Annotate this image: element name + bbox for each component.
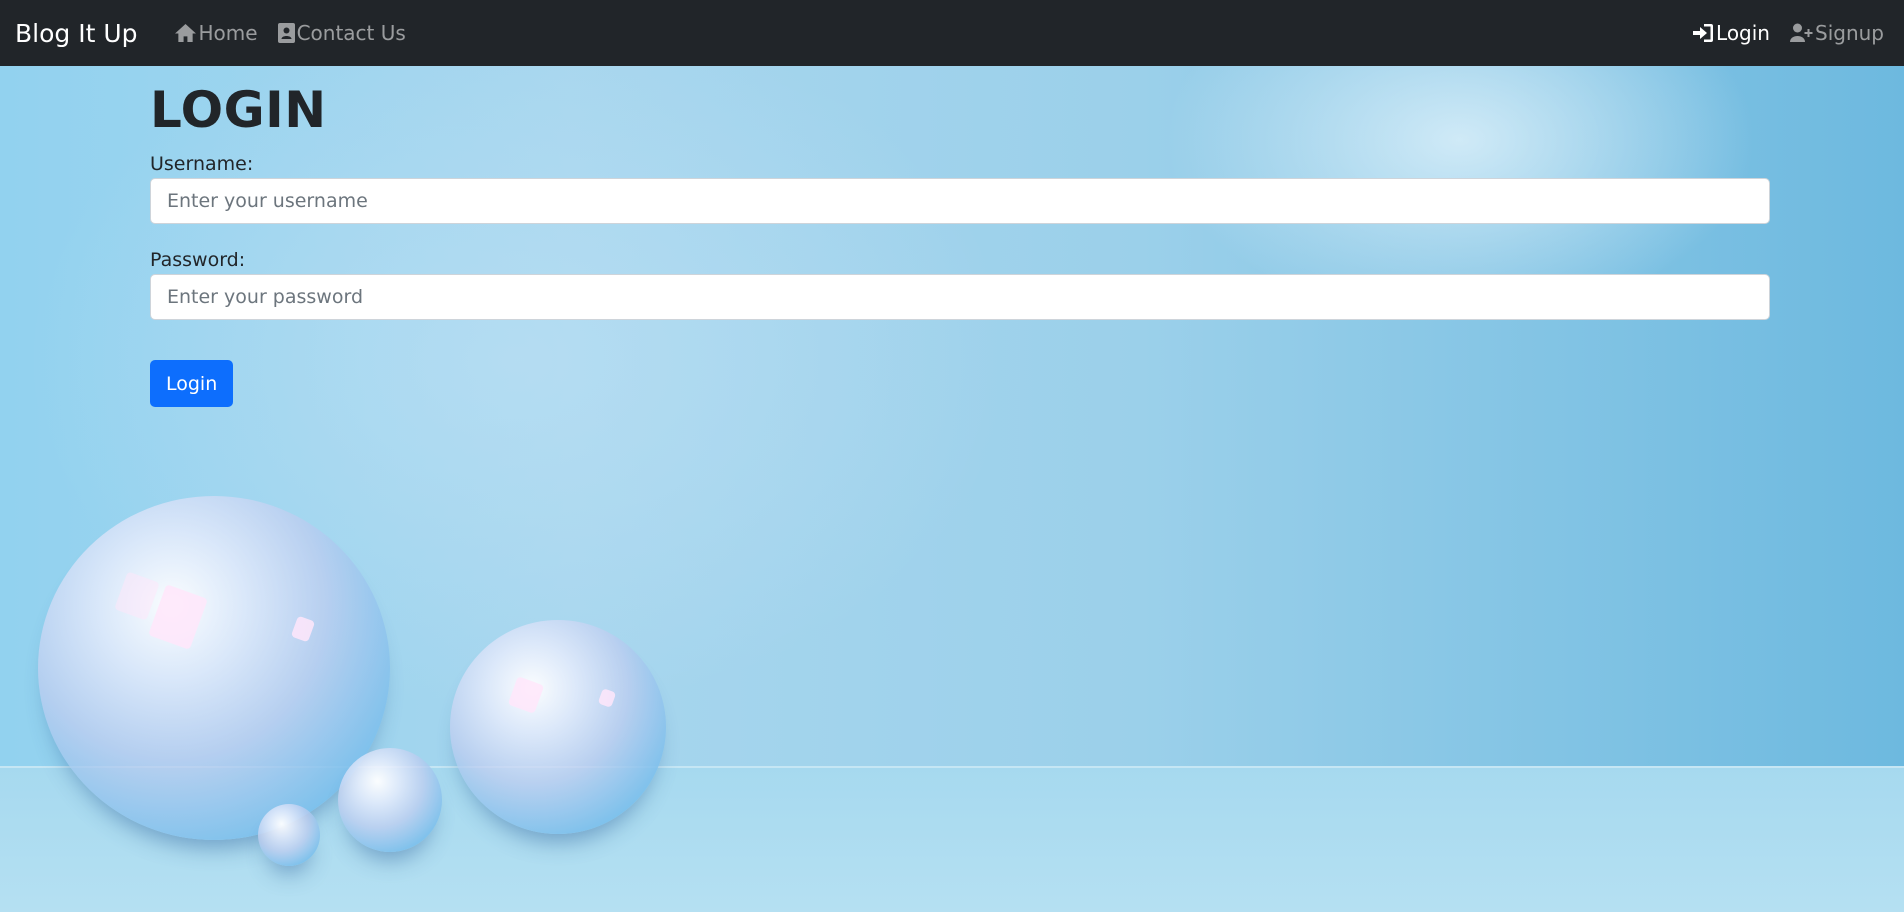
nav-login-link[interactable]: Login [1682,13,1780,53]
username-input[interactable] [150,178,1770,224]
page-title: LOGIN [150,81,327,139]
large-sphere [38,496,390,840]
password-input[interactable] [150,274,1770,320]
small-sphere [338,748,442,852]
nav-home-link[interactable]: Home [164,13,268,53]
medium-sphere [450,620,666,834]
nav-contact-link[interactable]: Contact Us [268,13,416,53]
navbar: Blog It Up Home Contact Us Login Signup [0,0,1904,66]
brand-link[interactable]: Blog It Up [15,19,138,48]
nav-signup-link[interactable]: Signup [1780,13,1894,53]
home-icon [174,23,196,43]
login-form-container: LOGIN Username: Password: Login [150,66,1770,407]
sign-in-icon [1693,24,1714,42]
nav-login-label: Login [1716,21,1770,45]
username-label: Username: [150,153,254,175]
user-plus-icon [1790,23,1813,42]
nav-home-label: Home [198,21,258,45]
login-button[interactable]: Login [150,360,234,407]
nav-contact-label: Contact Us [296,21,406,45]
nav-signup-label: Signup [1815,21,1884,45]
navbar-left: Blog It Up Home Contact Us [15,13,416,53]
contact-card-icon [277,23,295,43]
password-label: Password: [150,249,246,271]
navbar-right: Login Signup [1682,13,1894,53]
tiny-sphere [258,804,320,866]
